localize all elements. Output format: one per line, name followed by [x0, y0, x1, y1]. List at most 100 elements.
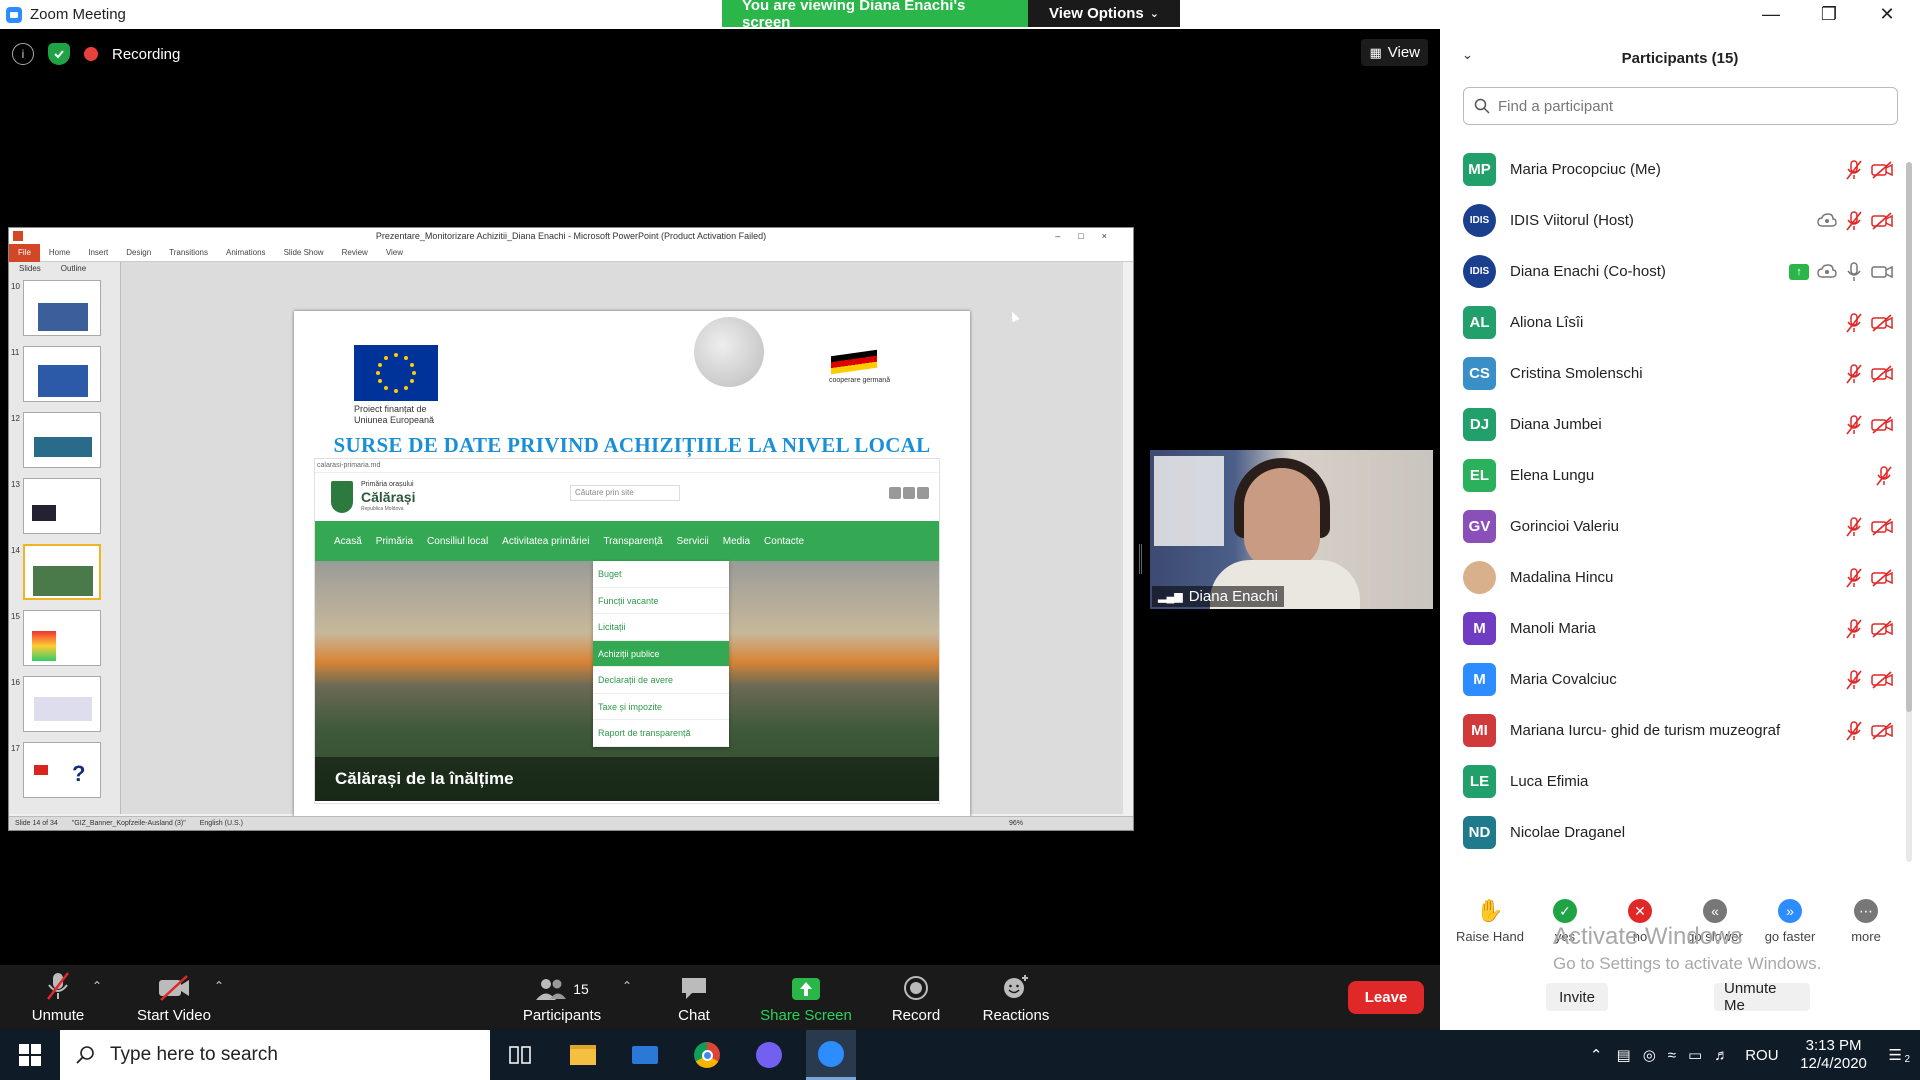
eu-flag-logo: [354, 345, 438, 401]
ppt-tab-home[interactable]: Home: [40, 248, 79, 257]
tray-mic-icon[interactable]: ◎: [1637, 1046, 1662, 1064]
tray-wifi-icon[interactable]: ≈: [1662, 1047, 1682, 1064]
ppt-status-bar: Slide 14 of 34 "GIZ_Banner_Kopfzeile-Aus…: [9, 816, 1133, 830]
go-faster-icon: »: [1778, 899, 1802, 923]
task-view-icon[interactable]: [495, 1030, 545, 1080]
viber-icon[interactable]: [744, 1030, 794, 1080]
record-button[interactable]: Record: [886, 965, 946, 1030]
participant-row[interactable]: MI Mariana Iurcu- ghid de turism muzeogra…: [1463, 705, 1903, 756]
ppt-tab-review[interactable]: Review: [333, 248, 377, 257]
video-options-caret[interactable]: ⌃: [214, 979, 224, 993]
tray-battery-icon[interactable]: ▭: [1682, 1046, 1708, 1064]
participant-row[interactable]: LE Luca Efimia: [1463, 756, 1903, 807]
chrome-icon[interactable]: [682, 1030, 732, 1080]
tray-network-icon[interactable]: ▤: [1611, 1046, 1637, 1064]
slide-thumbnail[interactable]: 17?: [11, 742, 106, 800]
restore-button[interactable]: ❐: [1800, 0, 1858, 29]
close-window-button[interactable]: ✕: [1858, 0, 1916, 29]
ppt-tab-transitions[interactable]: Transitions: [160, 248, 217, 257]
taskbar-search-box[interactable]: Type here to search: [60, 1030, 490, 1080]
scrollbar-thumb[interactable]: [1906, 162, 1912, 712]
ppt-file-tab[interactable]: File: [9, 243, 40, 262]
nav-item: Transparență: [603, 535, 663, 547]
raise-hand-button[interactable]: ✋ Raise Hand: [1450, 898, 1530, 944]
participant-row[interactable]: DJ Diana Jumbei: [1463, 399, 1903, 450]
participant-row[interactable]: AL Aliona Lîsîi: [1463, 297, 1903, 348]
participant-row[interactable]: IDIS IDIS Viitorul (Host): [1463, 195, 1903, 246]
participant-status-icons: [1845, 720, 1893, 741]
nav-item: Media: [722, 535, 751, 547]
invite-button[interactable]: Invite: [1546, 983, 1608, 1011]
tray-language[interactable]: ROU: [1735, 1047, 1788, 1064]
participant-status-icons: [1845, 669, 1893, 690]
ppt-tab-animations[interactable]: Animations: [217, 248, 275, 257]
participant-row[interactable]: ND Nicolae Draganel: [1463, 807, 1903, 858]
participant-row[interactable]: M Maria Covalciuc: [1463, 654, 1903, 705]
meeting-toolbar: Unmute ⌃ Start Video ⌃ 15 Participants ⌃…: [0, 965, 1440, 1030]
slide-thumbnail[interactable]: 12: [11, 412, 106, 470]
participants-label: Participants: [522, 1007, 602, 1024]
chat-button[interactable]: Chat: [664, 965, 724, 1030]
participant-list-scrollbar[interactable]: [1906, 162, 1912, 862]
ppt-tab-view[interactable]: View: [377, 248, 412, 257]
muted-mic-icon: [1846, 516, 1862, 536]
video-divider-handle[interactable]: [1139, 544, 1142, 574]
tray-clock[interactable]: 3:13 PM 12/4/2020: [1789, 1037, 1879, 1073]
unmute-button[interactable]: Unmute: [28, 965, 88, 1030]
slide-thumbnail[interactable]: 11: [11, 346, 106, 404]
unmute-me-button[interactable]: Unmute Me: [1714, 980, 1810, 1014]
chat-icon: [682, 978, 706, 999]
ppt-tab-design[interactable]: Design: [117, 248, 160, 257]
video-name-label: ▂▄▆ Diana Enachi: [1152, 586, 1284, 607]
participant-row[interactable]: MP Maria Procopciuc (Me): [1463, 144, 1903, 195]
start-video-button[interactable]: Start Video: [130, 965, 218, 1030]
collapse-panel-icon[interactable]: ⌄: [1462, 47, 1473, 63]
ppt-tab-slideshow[interactable]: Slide Show: [275, 248, 333, 257]
screen-share-icon: ↑: [1789, 263, 1809, 280]
slide-number: 17: [11, 744, 20, 753]
start-button[interactable]: [0, 1030, 60, 1080]
file-explorer-icon[interactable]: [558, 1030, 608, 1080]
share-screen-button[interactable]: Share Screen: [754, 965, 858, 1030]
ppt-side-tab-slides[interactable]: Slides: [9, 262, 51, 276]
slide-thumbnail[interactable]: 13: [11, 478, 106, 536]
ppt-window-controls: –□×: [1055, 231, 1125, 241]
find-participant-input[interactable]: Find a participant: [1463, 87, 1898, 125]
slide-thumbnail[interactable]: 15: [11, 610, 106, 668]
participant-row[interactable]: CS Cristina Smolenschi: [1463, 348, 1903, 399]
participant-row[interactable]: GV Gorincioi Valeriu: [1463, 501, 1903, 552]
muted-mic-icon: [1846, 363, 1862, 383]
participant-row[interactable]: IDIS Diana Enachi (Co-host) ↑: [1463, 246, 1903, 297]
search-icon: [76, 1046, 94, 1064]
security-shield-icon[interactable]: [48, 43, 70, 65]
muted-mic-icon: [1846, 312, 1862, 332]
tray-overflow-icon[interactable]: ⌃: [1582, 1046, 1611, 1064]
reactions-button[interactable]: Reactions: [978, 965, 1054, 1030]
participants-button[interactable]: 15 Participants: [520, 965, 604, 1030]
mail-icon[interactable]: [620, 1030, 670, 1080]
slide-thumbnail[interactable]: 16: [11, 676, 106, 734]
participant-status-icons: [1875, 465, 1893, 486]
audio-options-caret[interactable]: ⌃: [92, 979, 102, 993]
participant-avatar: AL: [1463, 306, 1496, 339]
participants-options-caret[interactable]: ⌃: [622, 979, 632, 993]
notifications-icon[interactable]: ☰ 2: [1879, 1046, 1920, 1065]
tray-volume-icon[interactable]: ♬: [1708, 1047, 1735, 1064]
info-icon[interactable]: i: [12, 43, 34, 65]
leave-button[interactable]: Leave: [1348, 981, 1424, 1014]
zoom-taskbar-icon[interactable]: [806, 1030, 856, 1080]
ppt-side-tab-outline[interactable]: Outline: [51, 262, 96, 276]
participant-row[interactable]: M Manoli Maria: [1463, 603, 1903, 654]
view-options-button[interactable]: View Options ⌄: [1028, 0, 1180, 27]
video-tile[interactable]: ▂▄▆ Diana Enachi: [1150, 450, 1433, 609]
windows-taskbar: Type here to search ⌃ ▤ ◎ ≈ ▭ ♬ ROU 3:13…: [0, 1030, 1920, 1080]
more-button[interactable]: ⋯ more: [1826, 899, 1906, 944]
slide-thumbnail-selected[interactable]: 14: [11, 544, 106, 602]
participant-row[interactable]: Madalina Hincu: [1463, 552, 1903, 603]
slide-thumbnail[interactable]: 10: [11, 280, 106, 338]
minimize-button[interactable]: —: [1742, 0, 1800, 29]
view-button[interactable]: ▦ View: [1361, 39, 1428, 66]
no-x-icon: ✕: [1628, 899, 1652, 923]
participant-row[interactable]: EL Elena Lungu: [1463, 450, 1903, 501]
ppt-tab-insert[interactable]: Insert: [79, 248, 117, 257]
